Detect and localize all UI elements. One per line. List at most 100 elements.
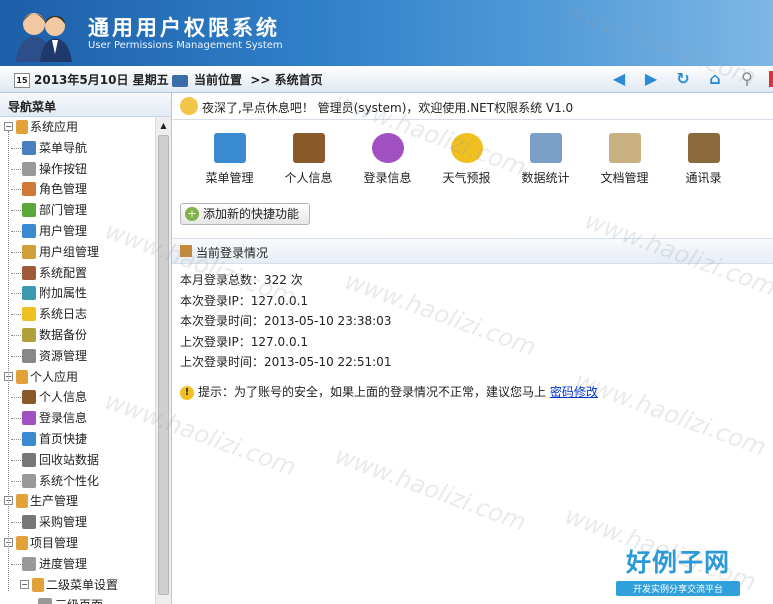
shortcut-briefcase[interactable]: 个人信息 xyxy=(269,133,348,186)
menu-item-icon xyxy=(22,286,36,301)
tree-item[interactable]: 进度管理 xyxy=(0,554,155,575)
folder-icon xyxy=(16,369,28,384)
main-content: 夜深了,早点休息吧！ 管理员(system)，欢迎使用.NET权限系统 V1.0… xyxy=(172,93,773,604)
menu-item-icon xyxy=(22,473,36,488)
tree-item[interactable]: 附加属性 xyxy=(0,283,155,304)
menu-item-icon xyxy=(22,452,36,467)
menu-item-icon xyxy=(22,390,36,405)
lightbulb-icon xyxy=(371,133,404,163)
forward-arrow-icon[interactable]: ▶ xyxy=(641,69,661,89)
menu-item-icon xyxy=(22,431,36,446)
refresh-icon[interactable]: ↻ xyxy=(673,69,693,89)
shortcut-lightbulb[interactable]: 登录信息 xyxy=(348,133,427,186)
tree-item-label: 操作按钮 xyxy=(39,161,88,176)
app-header: 通用用户权限系统 User Permissions Management Sys… xyxy=(0,0,773,66)
tree-item[interactable]: 个人信息 xyxy=(0,387,155,408)
shortcut-label: 菜单管理 xyxy=(205,171,254,185)
tree-item[interactable]: 登录信息 xyxy=(0,408,155,429)
menu-item-icon xyxy=(22,203,36,218)
collapse-toggle-icon[interactable]: − xyxy=(20,579,29,589)
tree-folder[interactable]: − 系统应用 xyxy=(0,117,155,138)
tree-item[interactable]: 操作按钮 xyxy=(0,159,155,180)
menu-item-icon xyxy=(22,307,36,322)
folder-icon xyxy=(16,494,28,509)
home-icon[interactable]: ⌂ xyxy=(705,69,725,89)
tree-folder[interactable]: − 生产管理 xyxy=(0,491,155,512)
briefcase-icon xyxy=(292,133,325,163)
tree-folder-label: 生产管理 xyxy=(30,494,79,509)
tree-item-label: 采购管理 xyxy=(39,515,88,530)
folder-icon xyxy=(16,535,28,550)
tree-folder-label: 个人应用 xyxy=(30,369,79,384)
site-brand-logo: 好例子网 开发实例分享交流平台 xyxy=(612,543,744,597)
tree-item[interactable]: 菜单导航 xyxy=(0,138,155,159)
add-shortcut-button[interactable]: + 添加新的快捷功能 xyxy=(180,203,310,225)
tree-item[interactable]: 角色管理 xyxy=(0,179,155,200)
tree-folder[interactable]: − 二级菜单设置 xyxy=(0,575,155,596)
tree-item[interactable]: 三级页面 xyxy=(0,595,155,604)
back-arrow-icon[interactable]: ◀ xyxy=(609,69,629,89)
tree-folder[interactable]: − 个人应用 xyxy=(0,367,155,388)
sidebar: 导航菜单 − 系统应用 菜单导航操作按钮角色管理部门管理 用户管理 用户组管理 系统配置附… xyxy=(0,93,172,604)
folder-icon xyxy=(16,120,28,134)
menu-item-icon xyxy=(22,140,36,155)
scroll-thumb[interactable] xyxy=(158,135,169,595)
scroll-up-icon[interactable]: ▲ xyxy=(157,119,170,132)
breadcrumb: 当前位置 >> 系统首页 xyxy=(172,71,323,88)
location-label: 当前位置 xyxy=(194,73,243,87)
weather-icon xyxy=(450,133,483,163)
calendar-icon: 15 xyxy=(14,73,30,88)
sidebar-scrollbar[interactable]: ▲ xyxy=(155,117,171,604)
tree-item[interactable]: 系统日志 xyxy=(0,304,155,325)
users-logo-icon xyxy=(16,13,72,62)
shortcut-folder[interactable]: 文档管理 xyxy=(585,133,664,186)
menu-item-icon xyxy=(22,182,36,197)
login-panel-title: 当前登录情况 xyxy=(196,246,269,260)
change-password-link[interactable]: 密码修改 xyxy=(550,385,598,399)
shortcut-label: 文档管理 xyxy=(600,171,649,185)
shortcut-chart[interactable]: 数据统计 xyxy=(506,133,585,186)
menu-item-icon xyxy=(22,244,36,259)
tree-item[interactable]: 数据备份 xyxy=(0,325,155,346)
tree-item[interactable]: 用户组管理 xyxy=(0,242,155,263)
tree-item[interactable]: 回收站数据 xyxy=(0,450,155,471)
exit-icon[interactable] xyxy=(769,71,773,87)
tree-item-label: 回收站数据 xyxy=(39,452,100,467)
tree-item-label: 角色管理 xyxy=(39,182,88,197)
folder-icon xyxy=(608,133,641,163)
app-title: 通用用户权限系统 xyxy=(88,16,280,40)
login-line: 本次登录IP：127.0.0.1 xyxy=(180,293,309,308)
tree-item[interactable]: 部门管理 xyxy=(0,200,155,221)
tree-item[interactable]: 系统配置 xyxy=(0,263,155,284)
shortcut-weather[interactable]: 天气预报 xyxy=(427,133,506,186)
login-line: 本月登录总数：322 次 xyxy=(180,273,303,287)
brand-name: 好例子网 xyxy=(625,548,730,577)
tree-item[interactable]: 系统个性化 xyxy=(0,471,155,492)
add-icon: + xyxy=(185,207,199,221)
sitemap-icon xyxy=(213,133,246,163)
tree-item-label: 三级页面 xyxy=(55,595,103,604)
chart-icon xyxy=(529,133,562,163)
tree-folder[interactable]: − 项目管理 xyxy=(0,533,155,554)
tree-item[interactable]: 用户管理 xyxy=(0,221,155,242)
shortcut-sitemap[interactable]: 菜单管理 xyxy=(190,133,269,186)
tree-folder-label: 项目管理 xyxy=(30,535,79,550)
shortcut-label: 个人信息 xyxy=(284,171,333,185)
sidebar-title: 导航菜单 xyxy=(0,93,171,117)
shortcut-contacts[interactable]: 通讯录 xyxy=(664,133,743,186)
warning-icon: ! xyxy=(180,385,194,400)
tree-item[interactable]: 采购管理 xyxy=(0,512,155,533)
nav-tree: − 系统应用 菜单导航 操作按钮 角色管理 部门管理 用户管理 用户组管理 系统配置 附加属性 系统… xyxy=(0,117,155,604)
collapse-toggle-icon[interactable]: − xyxy=(4,122,13,131)
menu-item-icon xyxy=(22,348,36,363)
tree-item-label: 个人信息 xyxy=(39,390,88,405)
login-info: 本月登录总数：322 次 本次登录IP：127.0.0.1 本次登录时间：201… xyxy=(180,270,391,373)
tree-item[interactable]: 首页快捷 xyxy=(0,429,155,450)
brand-slogan: 开发实例分享交流平台 xyxy=(616,581,740,596)
tree-item[interactable]: 资源管理 xyxy=(0,346,155,367)
toolbar-icons: ◀ ▶ ↻ ⌂ ⚲ xyxy=(609,69,773,89)
date-display: 15 2013年5月10日 星期五 xyxy=(14,71,169,88)
shortcut-label: 登录信息 xyxy=(363,171,412,185)
pin-icon xyxy=(180,245,192,257)
search-icon[interactable]: ⚲ xyxy=(737,69,757,89)
